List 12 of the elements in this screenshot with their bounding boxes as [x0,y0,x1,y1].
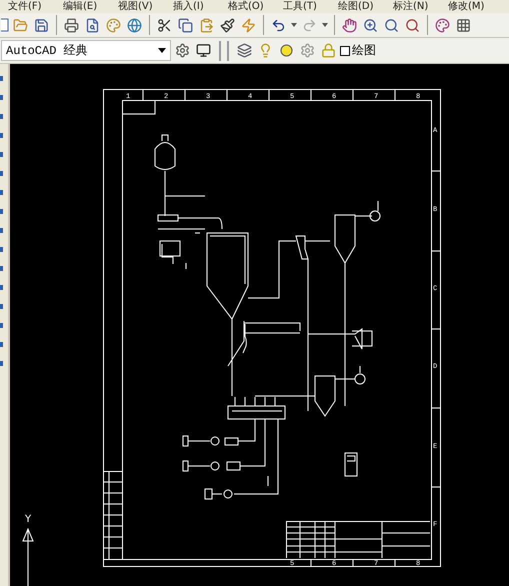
axis-label: Y [25,514,32,525]
menu-item[interactable]: 编辑(E) [63,0,118,13]
menu-item[interactable]: 绘图(D) [338,0,393,13]
menu-item[interactable]: 工具(T) [283,0,338,13]
menu-item[interactable]: 修改(M) [448,0,503,13]
menu-item[interactable]: 格式(O) [228,0,283,13]
workspace-dropdown[interactable]: AutoCAD 经典 [1,40,171,61]
menu-item[interactable]: 标注(N) [393,0,448,13]
menu-item[interactable]: 文件(F) [8,0,63,13]
layer-name: 绘图 [352,42,376,59]
menu-item[interactable]: 视图(V) [118,0,173,13]
menu-item[interactable]: 插入(I) [173,0,228,13]
